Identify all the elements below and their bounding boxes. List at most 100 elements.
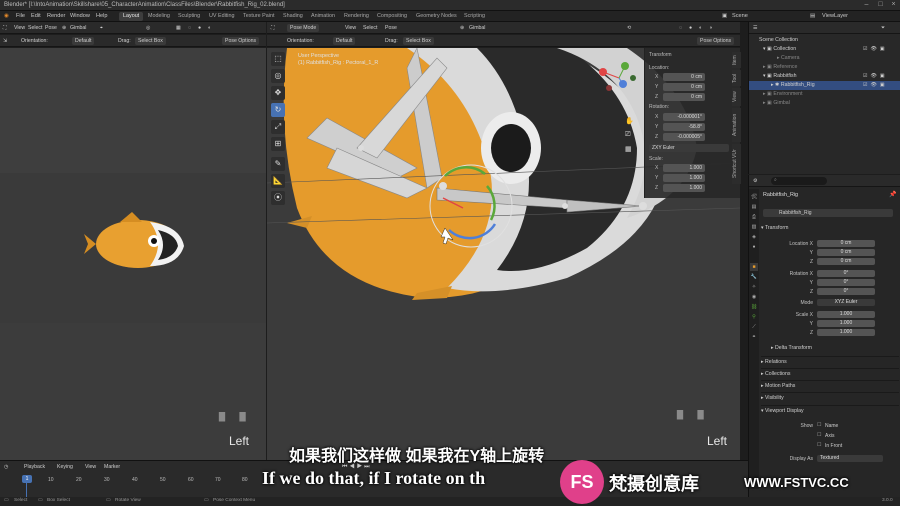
outliner-item-gimbal[interactable]: ▸ ▣ Gimbal bbox=[749, 99, 900, 108]
tab-scripting[interactable]: Scripting bbox=[460, 12, 489, 21]
np-loc-z-field[interactable]: 0 cm bbox=[663, 93, 705, 101]
outliner-item-reference[interactable]: ▸ ▣ Reference bbox=[749, 63, 900, 72]
object-tab-icon[interactable]: ■ bbox=[750, 263, 758, 271]
menu-file[interactable]: File bbox=[16, 13, 25, 19]
scene-selector[interactable]: Scene bbox=[732, 13, 748, 19]
current-frame-indicator[interactable]: 1 bbox=[22, 475, 32, 483]
tab-sculpting[interactable]: Sculpting bbox=[174, 12, 204, 21]
main-menu-pose[interactable]: Pose bbox=[385, 25, 397, 31]
tool-annotate-icon[interactable]: ✎ bbox=[271, 157, 285, 171]
np-tab-shortcut[interactable]: Shortcut VUr bbox=[732, 144, 741, 184]
np-scale-y-field[interactable]: 1.000 bbox=[663, 174, 705, 182]
scene-tab-icon[interactable]: ◈ bbox=[750, 233, 758, 241]
bone-tab-icon[interactable]: ⟋ bbox=[750, 323, 758, 331]
main-shading-solid-icon[interactable]: ● bbox=[689, 25, 692, 31]
tool-bone-icon[interactable]: ⦿ bbox=[271, 191, 285, 205]
np-rot-z-field[interactable]: -0.000005° bbox=[663, 133, 705, 141]
tab-layout[interactable]: Layout bbox=[119, 12, 144, 21]
tab-animation[interactable]: Animation bbox=[307, 12, 339, 21]
tool-tab-icon[interactable]: 🛠 bbox=[750, 193, 758, 201]
section-motion-paths[interactable]: ▸ Motion Paths bbox=[761, 380, 899, 391]
timeline-menu-view[interactable]: View bbox=[85, 464, 96, 470]
np-rotation-mode[interactable]: ZXY Euler bbox=[649, 144, 729, 152]
np-scale-z-field[interactable]: 1.000 bbox=[663, 184, 705, 192]
modifier-tab-icon[interactable]: 🔧 bbox=[750, 273, 758, 281]
tool-transform-icon[interactable]: ⊞ bbox=[271, 137, 285, 151]
outliner-filter-icon[interactable]: ⏷ bbox=[881, 25, 885, 32]
section-transform[interactable]: ▾ Transform bbox=[761, 223, 899, 234]
minimize-icon[interactable]: – bbox=[862, 1, 871, 9]
tool-tweak-icon[interactable]: ⬚ bbox=[271, 52, 285, 66]
section-visibility[interactable]: ▸ Visibility bbox=[761, 392, 899, 403]
main-pose-options[interactable]: Pose Options bbox=[697, 37, 735, 45]
left-drag-dropdown[interactable]: Select Box bbox=[135, 37, 166, 45]
left-transform-orientation[interactable]: Gimbal bbox=[70, 25, 86, 31]
zoom-icon[interactable]: ⌕ bbox=[625, 103, 629, 111]
rot-x-field[interactable]: 0° bbox=[817, 270, 875, 277]
properties-editor-icon[interactable]: ⚙ bbox=[753, 178, 758, 184]
bone-constraint-tab-icon[interactable]: ⚭ bbox=[750, 333, 758, 341]
gizmo-icon[interactable]: ⟲ bbox=[627, 25, 631, 31]
loc-y-field[interactable]: 0 cm bbox=[817, 249, 875, 256]
left-menu-pose[interactable]: Pose bbox=[45, 25, 57, 31]
np-rot-x-field[interactable]: -0.000001° bbox=[663, 113, 705, 121]
blender-logo-icon[interactable]: ◉ bbox=[4, 13, 9, 19]
left-viewport[interactable]: ▘▝ Left bbox=[0, 48, 266, 460]
main-editor-type-icon[interactable]: ⛶ bbox=[271, 25, 275, 32]
pin-icon[interactable]: 📌 bbox=[889, 191, 896, 198]
pivot-icon[interactable]: ⊕ bbox=[62, 25, 66, 31]
output-tab-icon[interactable]: ⎙ bbox=[750, 213, 758, 221]
tab-compositing[interactable]: Compositing bbox=[373, 12, 411, 21]
object-name-field[interactable]: Rabbitfish_Rig bbox=[763, 209, 893, 217]
viewlayer-selector[interactable]: ViewLayer bbox=[822, 13, 848, 19]
render-tab-icon[interactable]: ▤ bbox=[750, 203, 758, 211]
maximize-icon[interactable]: □ bbox=[876, 1, 885, 9]
menu-window[interactable]: Window bbox=[70, 13, 90, 19]
main-menu-view[interactable]: View bbox=[345, 25, 356, 31]
tab-geometry-nodes[interactable]: Geometry Nodes bbox=[412, 12, 461, 21]
main-drag-dropdown[interactable]: Select Box bbox=[403, 37, 434, 45]
timeline-menu-keying[interactable]: Keying bbox=[57, 464, 73, 470]
physics-tab-icon[interactable]: ◉ bbox=[750, 293, 758, 301]
data-tab-icon[interactable]: ⚲ bbox=[750, 313, 758, 321]
left-menu-select[interactable]: Select bbox=[28, 25, 42, 31]
visibility-toggles-icon[interactable]: ☑👁▣ bbox=[863, 46, 888, 52]
section-collections[interactable]: ▸ Collections bbox=[761, 368, 899, 379]
left-pose-options[interactable]: Pose Options bbox=[222, 37, 260, 45]
left-menu-view[interactable]: View bbox=[14, 25, 25, 31]
editor-type-icon[interactable]: ⛶ bbox=[3, 25, 7, 32]
view-layer-tab-icon[interactable]: ▨ bbox=[750, 223, 758, 231]
snap-icon[interactable]: ⌖ bbox=[100, 25, 103, 32]
tab-shading[interactable]: Shading bbox=[279, 12, 307, 21]
loc-x-field[interactable]: 0 cm bbox=[817, 240, 875, 247]
world-tab-icon[interactable]: ● bbox=[750, 243, 758, 251]
timeline-menu-playback[interactable]: Playback bbox=[24, 464, 45, 470]
section-relations[interactable]: ▸ Relations bbox=[761, 356, 899, 367]
timeline-editor-icon[interactable]: ◷ bbox=[4, 464, 9, 470]
section-viewport-display[interactable]: ▾ Viewport Display bbox=[761, 405, 899, 416]
tool-move-icon[interactable]: ✥ bbox=[271, 86, 285, 100]
scale-x-field[interactable]: 1.000 bbox=[817, 311, 875, 318]
np-scale-x-field[interactable]: 1.000 bbox=[663, 164, 705, 172]
checkbox-name[interactable]: ☐ bbox=[817, 422, 821, 428]
outliner-editor-icon[interactable]: ☰ bbox=[753, 25, 758, 31]
properties-search[interactable]: ⌕ bbox=[771, 177, 827, 185]
playhead[interactable] bbox=[26, 483, 27, 497]
main-menu-select[interactable]: Select bbox=[363, 25, 377, 31]
np-loc-y-field[interactable]: 0 cm bbox=[663, 83, 705, 91]
scale-z-field[interactable]: 1.000 bbox=[817, 329, 875, 336]
main-transform-orientation[interactable]: Gimbal bbox=[469, 25, 485, 31]
section-delta-transform[interactable]: ▸ Delta Transform bbox=[771, 343, 899, 354]
np-rot-y-field[interactable]: -58.8° bbox=[663, 123, 705, 131]
outliner-item-camera[interactable]: ▸ Camera bbox=[749, 54, 900, 63]
outliner-item-scene-collection[interactable]: Scene Collection bbox=[749, 36, 900, 45]
checkbox-in-front[interactable]: ☐ bbox=[817, 442, 821, 448]
main-pivot-icon[interactable]: ⊕ bbox=[460, 25, 464, 31]
tab-rendering[interactable]: Rendering bbox=[340, 12, 373, 21]
loc-z-field[interactable]: 0 cm bbox=[817, 258, 875, 265]
rot-z-field[interactable]: 0° bbox=[817, 288, 875, 295]
shading-wire-icon[interactable]: ◌ bbox=[188, 25, 191, 31]
visibility-toggles-icon[interactable]: ☑👁▣ bbox=[863, 82, 888, 88]
main-orientation-dropdown[interactable]: Default bbox=[333, 37, 356, 45]
shading-solid-icon[interactable]: ● bbox=[198, 25, 201, 31]
